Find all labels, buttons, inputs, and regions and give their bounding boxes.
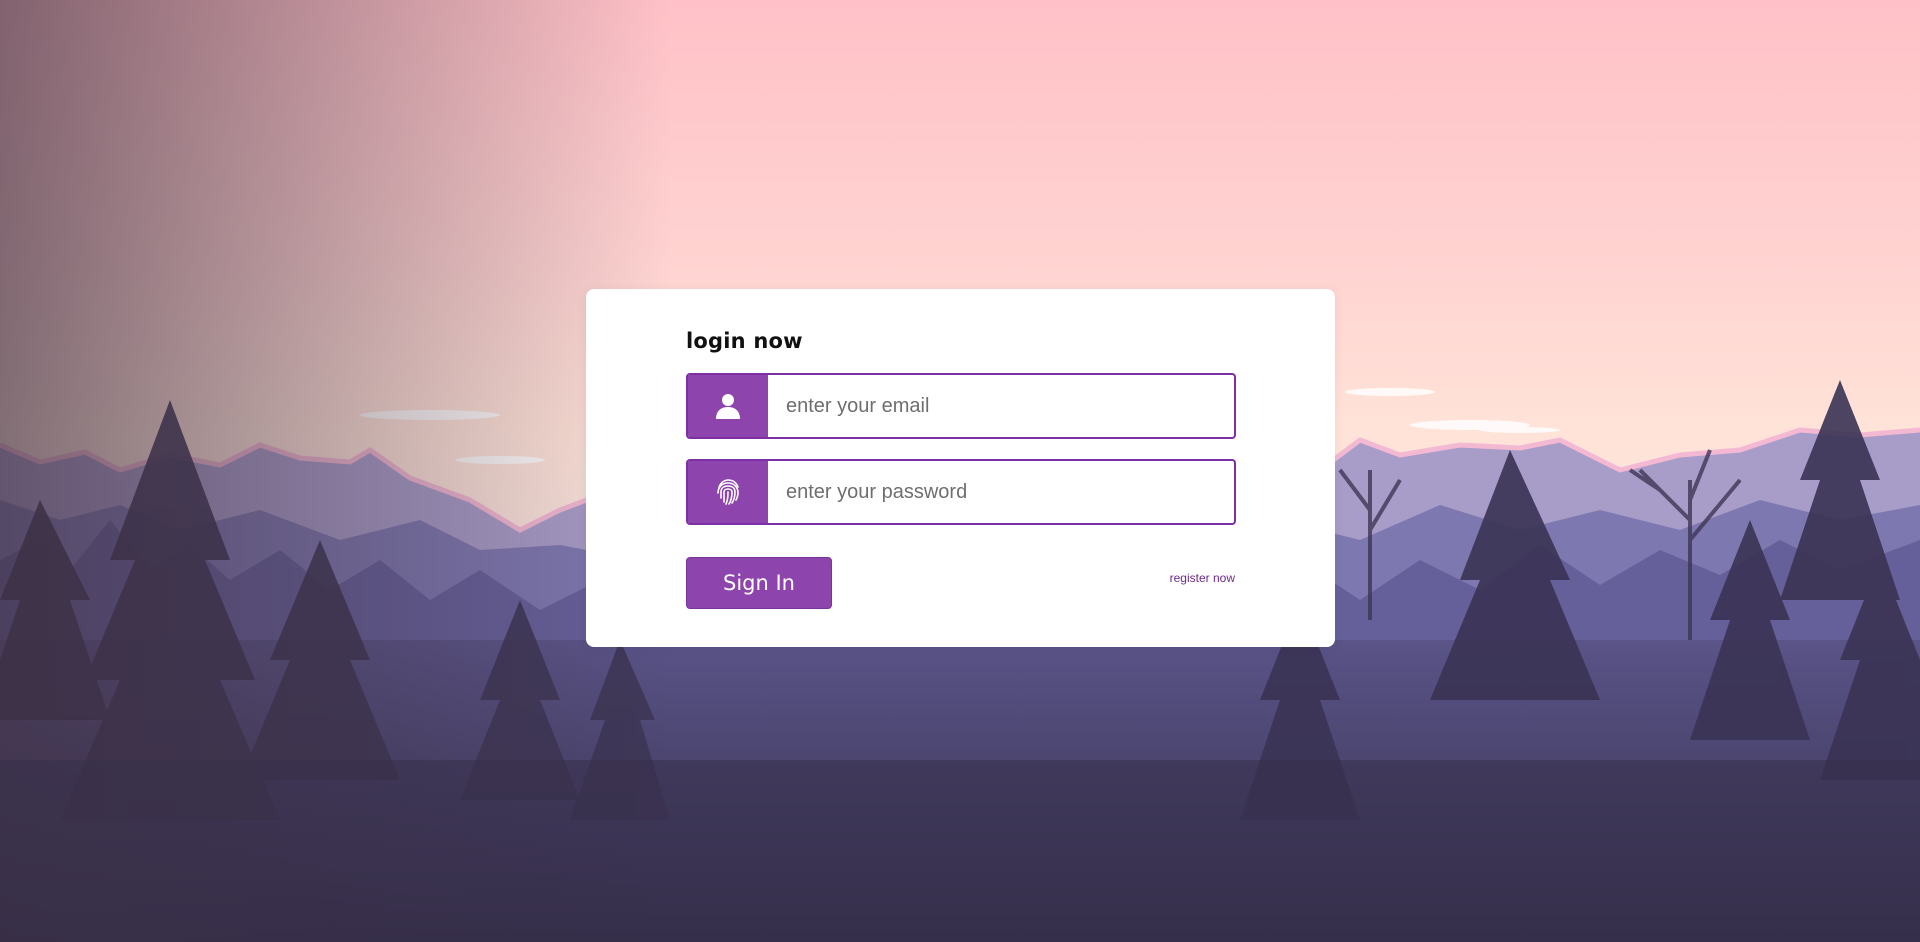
page-title: login now bbox=[686, 329, 803, 353]
sign-in-button[interactable]: Sign In bbox=[686, 557, 832, 609]
password-field-group bbox=[686, 459, 1236, 525]
email-input[interactable] bbox=[768, 375, 1234, 437]
password-input[interactable] bbox=[768, 461, 1234, 523]
register-link[interactable]: register now bbox=[1170, 571, 1235, 585]
login-card: login now Sign In register now bbox=[586, 289, 1335, 647]
email-field-group bbox=[686, 373, 1236, 439]
fingerprint-icon bbox=[688, 461, 768, 523]
user-icon bbox=[688, 375, 768, 437]
